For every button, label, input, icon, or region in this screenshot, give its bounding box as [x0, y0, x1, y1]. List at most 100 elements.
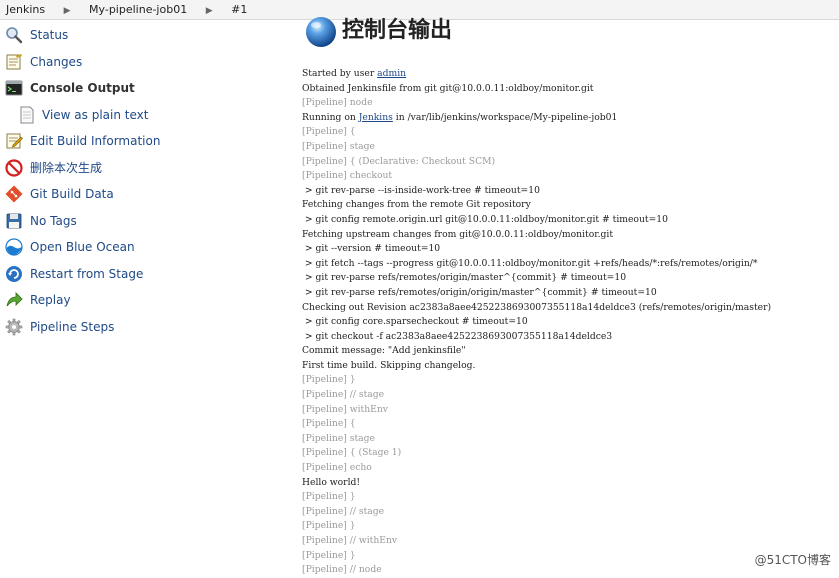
console-line-text: [Pipeline] // stage — [302, 389, 385, 401]
console-line-text: > git checkout -f ac2383a8aee42522386930… — [302, 330, 613, 342]
console-line: [Pipeline] echo — [302, 461, 839, 476]
console-line-text: [Pipeline] stage — [302, 140, 375, 152]
console-line: [Pipeline] } — [302, 490, 839, 505]
sidebar-item-label: Console Output — [30, 81, 135, 95]
console-line-text: [Pipeline] echo — [302, 462, 372, 474]
sidebar-item-label: Changes — [30, 54, 83, 69]
sidebar-item-label: 删除本次生成 — [30, 160, 103, 175]
console-line: [Pipeline] { — [302, 125, 839, 140]
sidebar-item-label: Git Build Data — [30, 187, 114, 201]
sidebar-item-open-blue-ocean[interactable]: Open Blue Ocean — [0, 234, 270, 261]
console-line-text: in /var/lib/jenkins/workspace/My-pipelin… — [392, 111, 618, 123]
console-line-text: [Pipeline] // withEnv — [302, 535, 398, 546]
sidebar-item-label: Edit Build Information — [30, 134, 161, 148]
console-line-text: Fetching upstream changes from git@10.0.… — [302, 228, 614, 240]
console-line: > git --version # timeout=10 — [302, 242, 839, 257]
console-line: [Pipeline] // stage — [302, 388, 839, 403]
console-line: [Pipeline] } — [302, 373, 839, 388]
console-line: [Pipeline] checkout — [302, 169, 839, 184]
sidebar-item-restart-from-stage[interactable]: Restart from Stage — [0, 261, 270, 288]
console-line-text: [Pipeline] // node — [302, 564, 382, 576]
console-line-text: > git rev-parse refs/remotes/origin/orig… — [302, 286, 657, 298]
console-line: [Pipeline] { (Declarative: Checkout SCM) — [302, 155, 839, 170]
console-line: [Pipeline] } — [302, 519, 839, 534]
console-line: [Pipeline] node — [302, 96, 839, 111]
console-line: Checking out Revision ac2383a8aee4252238… — [302, 301, 839, 316]
sidebar-item-console-output[interactable]: Console Output — [0, 75, 270, 102]
sidebar-item-no-tags[interactable]: No Tags — [0, 208, 270, 235]
sidebar-item-replay[interactable]: Replay — [0, 287, 270, 314]
notepad-icon — [6, 53, 22, 69]
console-line: > git rev-parse refs/remotes/origin/orig… — [302, 286, 839, 301]
console-line-text: Checking out Revision ac2383a8aee4252238… — [302, 301, 772, 313]
console-line-text: [Pipeline] { (Stage 1) — [302, 447, 402, 459]
breadcrumb-separator-icon[interactable]: ▶ — [64, 1, 71, 21]
console-line: [Pipeline] // withEnv — [302, 534, 839, 549]
console-line: > git config core.sparsecheckout # timeo… — [302, 315, 839, 330]
blue-ocean-icon — [5, 238, 23, 256]
console-line-text: [Pipeline] } — [302, 549, 356, 561]
console-line-text: [Pipeline] // stage — [302, 505, 385, 517]
breadcrumb-job[interactable]: My-pipeline-job01 — [89, 0, 187, 20]
watermark: @51CTO博客 — [754, 553, 831, 567]
console-line: Commit message: "Add jenkinsfile" — [302, 344, 839, 359]
console-line-text: > git rev-parse --is-inside-work-tree # … — [302, 184, 540, 196]
page-title-text: 控制台输出 — [342, 18, 453, 43]
console-line-text: Obtained Jenkinsfile from git git@10.0.0… — [302, 82, 594, 94]
console-line-text: [Pipeline] { — [302, 126, 356, 138]
sidebar-item-label: View as plain text — [42, 107, 149, 122]
console-line: > git config remote.origin.url git@10.0.… — [302, 213, 839, 228]
console-line: [Pipeline] stage — [302, 432, 839, 447]
console-line-text: [Pipeline] withEnv — [302, 403, 388, 415]
console-line-text: [Pipeline] checkout — [302, 170, 393, 182]
breadcrumb-jenkins[interactable]: Jenkins — [6, 0, 45, 20]
console-line: [Pipeline] // stage — [302, 505, 839, 520]
restart-icon — [6, 265, 22, 282]
console-line-text: > git config remote.origin.url git@10.0.… — [302, 213, 668, 225]
sidebar-item-delete-build[interactable]: 删除本次生成 — [0, 155, 270, 182]
sidebar-item-label: No Tags — [30, 213, 77, 228]
console-line: Obtained Jenkinsfile from git git@10.0.0… — [302, 82, 839, 97]
replay-arrow-icon — [6, 292, 23, 307]
console-line-text: [Pipeline] { — [302, 418, 356, 430]
console-line: [Pipeline] stage — [302, 140, 839, 155]
sidebar-item-label: Restart from Stage — [30, 266, 144, 281]
console-line: Started by user admin — [302, 67, 839, 82]
console-line-text: Running on — [302, 111, 359, 123]
floppy-disk-icon — [6, 213, 22, 228]
sidebar-item-label: Replay — [30, 293, 71, 307]
sidebar-item-edit-build-information[interactable]: Edit Build Information — [0, 128, 270, 155]
console-line: Hello world! — [302, 476, 839, 491]
console-line-text: [Pipeline] { (Declarative: Checkout SCM) — [302, 155, 496, 167]
console-line: Fetching changes from the remote Git rep… — [302, 198, 839, 213]
sidebar-item-git-build-data[interactable]: Git Build Data — [0, 181, 270, 208]
breadcrumb-build[interactable]: #1 — [231, 0, 247, 20]
console-line-text: Commit message: "Add jenkinsfile" — [302, 345, 466, 357]
console-line: > git fetch --tags --progress git@10.0.0… — [302, 257, 839, 272]
console-output: Started by user admin Obtained Jenkinsfil… — [302, 67, 839, 578]
sidebar-item-status[interactable]: Status — [0, 22, 270, 49]
console-line: Running on Jenkins in /var/lib/jenkins/w… — [302, 111, 839, 126]
console-line: First time build. Skipping changelog. — [302, 359, 839, 374]
console-link[interactable]: Jenkins — [359, 112, 393, 123]
sidebar-item-pipeline-steps[interactable]: Pipeline Steps — [0, 314, 270, 341]
document-icon — [20, 106, 34, 123]
sidebar-item-view-as-plain-text[interactable]: View as plain text — [0, 102, 270, 129]
console-line: Fetching upstream changes from git@10.0.… — [302, 228, 839, 243]
console-line-text: [Pipeline] } — [302, 374, 356, 386]
breadcrumb-separator-icon[interactable]: ▶ — [206, 1, 213, 21]
sidebar: Status Changes Console Output View as pl… — [0, 22, 270, 340]
console-link[interactable]: admin — [377, 68, 406, 79]
console-line: [Pipeline] { — [302, 417, 839, 432]
terminal-icon — [5, 80, 23, 96]
console-line-text: [Pipeline] stage — [302, 432, 375, 444]
blue-globe-icon — [306, 17, 336, 47]
gear-icon — [5, 318, 23, 335]
sidebar-item-changes[interactable]: Changes — [0, 49, 270, 76]
console-line-text: > git rev-parse refs/remotes/origin/mast… — [302, 272, 627, 284]
console-line-text: Hello world! — [302, 476, 361, 488]
console-line-text: [Pipeline] node — [302, 97, 373, 109]
console-line-text: Started by user — [302, 68, 378, 79]
console-line-text: > git config core.sparsecheckout # timeo… — [302, 316, 528, 328]
git-icon — [5, 185, 23, 203]
